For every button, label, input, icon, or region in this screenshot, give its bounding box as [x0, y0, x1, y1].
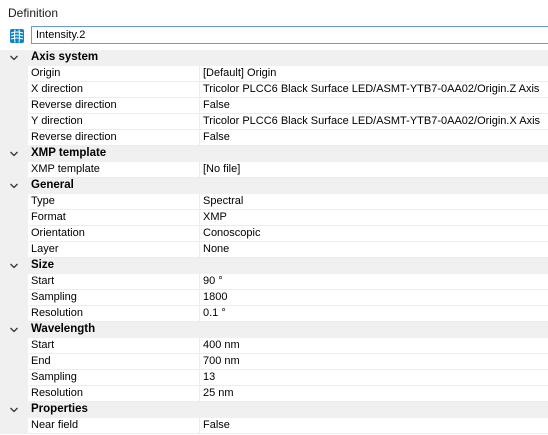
property-value[interactable]: Tricolor PLCC6 Black Surface LED/ASMT-YT…	[200, 82, 548, 98]
property-row[interactable]: Orientation Conoscopic	[0, 226, 548, 242]
property-name: End	[29, 354, 200, 370]
property-name: Type	[29, 194, 200, 210]
property-value[interactable]: Conoscopic	[200, 226, 548, 242]
chevron-down-icon[interactable]	[8, 324, 20, 336]
property-row[interactable]: Resolution 0.1 °	[0, 306, 548, 322]
category-header[interactable]: General	[0, 178, 548, 194]
property-name: X direction	[29, 82, 200, 98]
property-value[interactable]: False	[200, 418, 548, 434]
category-header[interactable]: Wavelength	[0, 322, 548, 338]
row-gutter	[0, 274, 28, 290]
property-row[interactable]: Reverse direction False	[0, 98, 548, 114]
chevron-down-icon[interactable]	[8, 404, 20, 416]
property-value[interactable]: Tricolor PLCC6 Black Surface LED/ASMT-YT…	[200, 114, 548, 130]
category-header[interactable]: Size	[0, 258, 548, 274]
property-row[interactable]: Near field False	[0, 418, 548, 434]
row-gutter	[0, 210, 28, 226]
property-name: Format	[29, 210, 200, 226]
property-name: Start	[29, 274, 200, 290]
row-gutter	[0, 418, 28, 434]
property-value[interactable]: 13	[200, 370, 548, 386]
property-row[interactable]: XMP template [No file]	[0, 162, 548, 178]
property-row[interactable]: Start 90 °	[0, 274, 548, 290]
property-row[interactable]: End 700 nm	[0, 354, 548, 370]
row-gutter	[0, 98, 28, 114]
property-row[interactable]: Resolution 25 nm	[0, 386, 548, 402]
property-name: Start	[29, 338, 200, 354]
property-name: Y direction	[29, 114, 200, 130]
property-name: Reverse direction	[29, 130, 200, 146]
category-header[interactable]: XMP template	[0, 146, 548, 162]
property-value[interactable]: False	[200, 130, 548, 146]
property-name: Near field	[29, 418, 200, 434]
chevron-down-icon[interactable]	[8, 180, 20, 192]
category-label: Size	[31, 259, 55, 271]
property-value[interactable]: 1800	[200, 290, 548, 306]
property-row[interactable]: Y direction Tricolor PLCC6 Black Surface …	[0, 114, 548, 130]
row-gutter	[0, 354, 28, 370]
row-gutter	[0, 130, 28, 146]
chevron-down-icon[interactable]	[8, 52, 20, 64]
property-row[interactable]: Sampling 1800	[0, 290, 548, 306]
row-gutter	[0, 82, 28, 98]
property-value[interactable]: 0.1 °	[200, 306, 548, 322]
property-grid: Axis system Origin [Default] Origin X direc…	[0, 50, 548, 435]
property-name: Origin	[29, 66, 200, 82]
property-name: Resolution	[29, 386, 200, 402]
property-value[interactable]: 25 nm	[200, 386, 548, 402]
row-gutter	[0, 290, 28, 306]
property-row[interactable]: Layer None	[0, 242, 548, 258]
property-name: Resolution	[29, 306, 200, 322]
category-header[interactable]: Axis system	[0, 50, 548, 66]
row-gutter	[0, 162, 28, 178]
row-gutter	[0, 386, 28, 402]
row-gutter	[0, 226, 28, 242]
category-label: Wavelength	[31, 323, 96, 335]
category-label: XMP template	[31, 147, 107, 159]
property-row[interactable]: Sampling 13	[0, 370, 548, 386]
property-value[interactable]: [No file]	[200, 162, 548, 178]
property-value[interactable]: 700 nm	[200, 354, 548, 370]
property-row[interactable]: Start 400 nm	[0, 338, 548, 354]
property-name: XMP template	[29, 162, 200, 178]
name-row	[0, 26, 548, 46]
property-row[interactable]: Format XMP	[0, 210, 548, 226]
category-header[interactable]: Properties	[0, 402, 548, 418]
property-row[interactable]: Type Spectral	[0, 194, 548, 210]
property-row[interactable]: X direction Tricolor PLCC6 Black Surface …	[0, 82, 548, 98]
row-gutter	[0, 242, 28, 258]
property-row[interactable]: Origin [Default] Origin	[0, 66, 548, 82]
row-gutter	[0, 194, 28, 210]
property-value[interactable]: [Default] Origin	[200, 66, 548, 82]
row-gutter	[0, 338, 28, 354]
row-gutter	[0, 306, 28, 322]
property-value[interactable]: Spectral	[200, 194, 548, 210]
property-name: Sampling	[29, 370, 200, 386]
property-name: Orientation	[29, 226, 200, 242]
chevron-down-icon[interactable]	[8, 148, 20, 160]
category-label: General	[31, 179, 74, 191]
row-gutter	[0, 66, 28, 82]
property-value[interactable]: 90 °	[200, 274, 548, 290]
panel-title: Definition	[8, 6, 59, 20]
property-name: Sampling	[29, 290, 200, 306]
property-row[interactable]: Reverse direction False	[0, 130, 548, 146]
chevron-down-icon[interactable]	[8, 260, 20, 272]
property-name: Layer	[29, 242, 200, 258]
property-value[interactable]: None	[200, 242, 548, 258]
property-value[interactable]: 400 nm	[200, 338, 548, 354]
sensor-icon	[9, 28, 25, 44]
row-gutter	[0, 370, 28, 386]
property-value[interactable]: XMP	[200, 210, 548, 226]
category-label: Axis system	[31, 51, 99, 63]
property-value[interactable]: False	[200, 98, 548, 114]
category-label: Properties	[31, 403, 88, 415]
property-name: Reverse direction	[29, 98, 200, 114]
name-input[interactable]	[31, 26, 548, 44]
row-gutter	[0, 114, 28, 130]
